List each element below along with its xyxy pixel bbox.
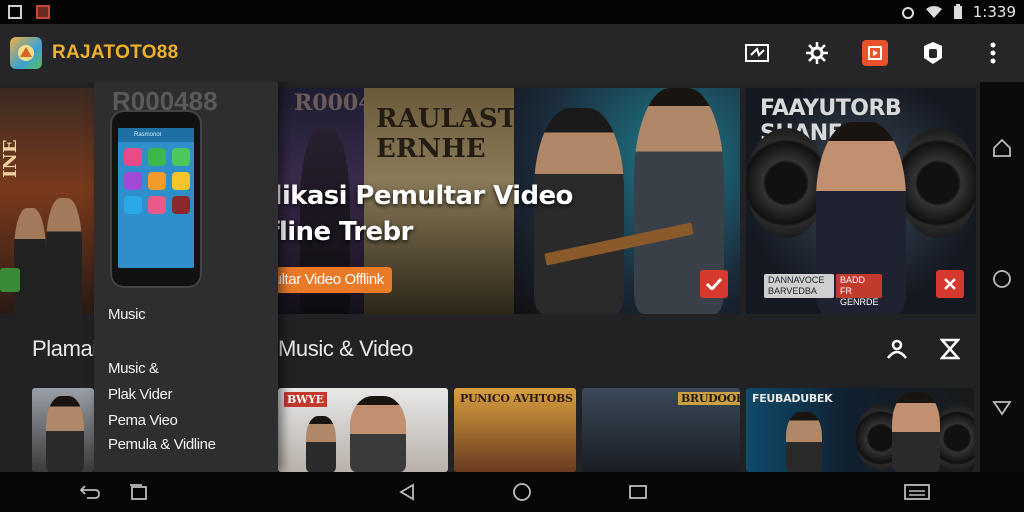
app-bar: RAJATOTO88 — [0, 24, 1024, 82]
account-icon — [924, 42, 942, 64]
undo-icon — [79, 485, 100, 499]
app-screen: 1:339 RAJATOTO88 INE R000 RAULAST ERNHE … — [0, 0, 1024, 512]
status-bar: 1:339 — [0, 0, 1024, 24]
video-thumb[interactable]: BWYE — [278, 388, 448, 472]
home-icon — [513, 483, 531, 501]
overview-button[interactable] — [626, 482, 650, 502]
recents-icon — [130, 484, 147, 500]
keyboard-icon — [904, 484, 930, 500]
drawer-item-pemula-vidline[interactable]: Pemula & Vidline — [108, 436, 216, 453]
video-thumb[interactable] — [32, 388, 94, 472]
banner-title: Aplikasi Pemultar Video Offline Trebr — [236, 178, 573, 250]
undo-button[interactable] — [78, 482, 102, 502]
check-icon[interactable] — [700, 270, 728, 298]
more-options-button[interactable] — [978, 38, 1008, 68]
tag-right: BADD FR GENRDE — [836, 274, 882, 307]
cast-icon — [745, 44, 769, 62]
system-nav-right — [980, 82, 1024, 472]
drawer-item-plak-vider[interactable]: Plak Vider — [108, 386, 172, 403]
account-button[interactable] — [918, 38, 948, 68]
app-title: RAJATOTO88 — [52, 42, 179, 63]
wifi-icon — [925, 6, 942, 18]
section-title-left: Plamai — [32, 336, 97, 361]
back-button[interactable] — [395, 482, 419, 502]
banner-title-line-1: Aplikasi Pemultar Video — [236, 181, 573, 211]
tile-caption: R000488 — [294, 90, 364, 116]
home-button[interactable] — [510, 482, 534, 502]
triangle-down-icon[interactable] — [992, 400, 1012, 416]
side-drawer: R000488 Rasmonor Music Music & Plak Vide… — [94, 82, 278, 472]
recents-button[interactable] — [126, 482, 150, 502]
phone-illustration: Rasmonor — [110, 110, 202, 288]
thumb-tag: BWYE — [284, 392, 327, 407]
more-vert-icon — [990, 42, 996, 64]
tile-caption: INE — [0, 139, 21, 178]
battery-icon — [953, 4, 962, 19]
app-logo-icon — [10, 37, 42, 69]
thumb-caption: FEUBADUBEK — [752, 392, 833, 405]
settings-icon — [806, 42, 828, 64]
user-icon[interactable] — [886, 338, 908, 360]
main-content: INE R000488 RAULAST ERNHE FAAYUTORB SHAN… — [0, 82, 980, 472]
video-thumb[interactable]: PUNICO AVHTOBS — [454, 388, 576, 472]
tile-badge-icon — [0, 268, 20, 292]
thumb-caption: PUNICO AVHTOBS — [460, 392, 573, 405]
section-title: Music & Video — [278, 336, 414, 361]
banner-tile-1[interactable]: INE — [0, 88, 94, 314]
cast-button[interactable] — [742, 38, 772, 68]
playlist-button[interactable] — [862, 40, 888, 66]
system-nav-bottom — [0, 472, 1024, 512]
phone-header: Rasmonor — [118, 128, 194, 142]
video-thumb[interactable]: FEUBADUBEK — [746, 388, 974, 472]
drawer-item-pema-vieo[interactable]: Pema Vieo — [108, 412, 178, 429]
banner-tile-5[interactable]: FAAYUTORB SHANE DANNAVOCE BARVEDBA BADD … — [746, 88, 976, 314]
tag-left: DANNAVOCE BARVEDBA — [764, 274, 834, 298]
home-outline-icon[interactable] — [992, 138, 1012, 158]
hourglass-icon[interactable] — [940, 338, 960, 360]
tile-caption: RAULAST ERNHE — [376, 104, 514, 164]
drawer-item-music[interactable]: Music — [108, 306, 146, 323]
clock: 1:339 — [972, 3, 1016, 21]
settings-button[interactable] — [802, 38, 832, 68]
overview-icon — [629, 485, 647, 499]
circle-home-icon[interactable] — [992, 269, 1012, 289]
alarm-icon — [901, 7, 914, 19]
close-icon[interactable] — [936, 270, 964, 298]
screenshot-notification-icon — [8, 5, 22, 19]
thumb-caption: BRUDOOE — [678, 392, 740, 405]
app-notification-icon — [36, 5, 50, 19]
banner-title-line-2: Offline Trebr — [236, 217, 413, 247]
video-thumb[interactable]: BRUDOOE — [582, 388, 740, 472]
back-icon — [399, 483, 414, 501]
playlist-icon — [868, 46, 882, 60]
keyboard-button[interactable] — [902, 482, 932, 502]
drawer-item-music-and[interactable]: Music & — [108, 360, 159, 377]
